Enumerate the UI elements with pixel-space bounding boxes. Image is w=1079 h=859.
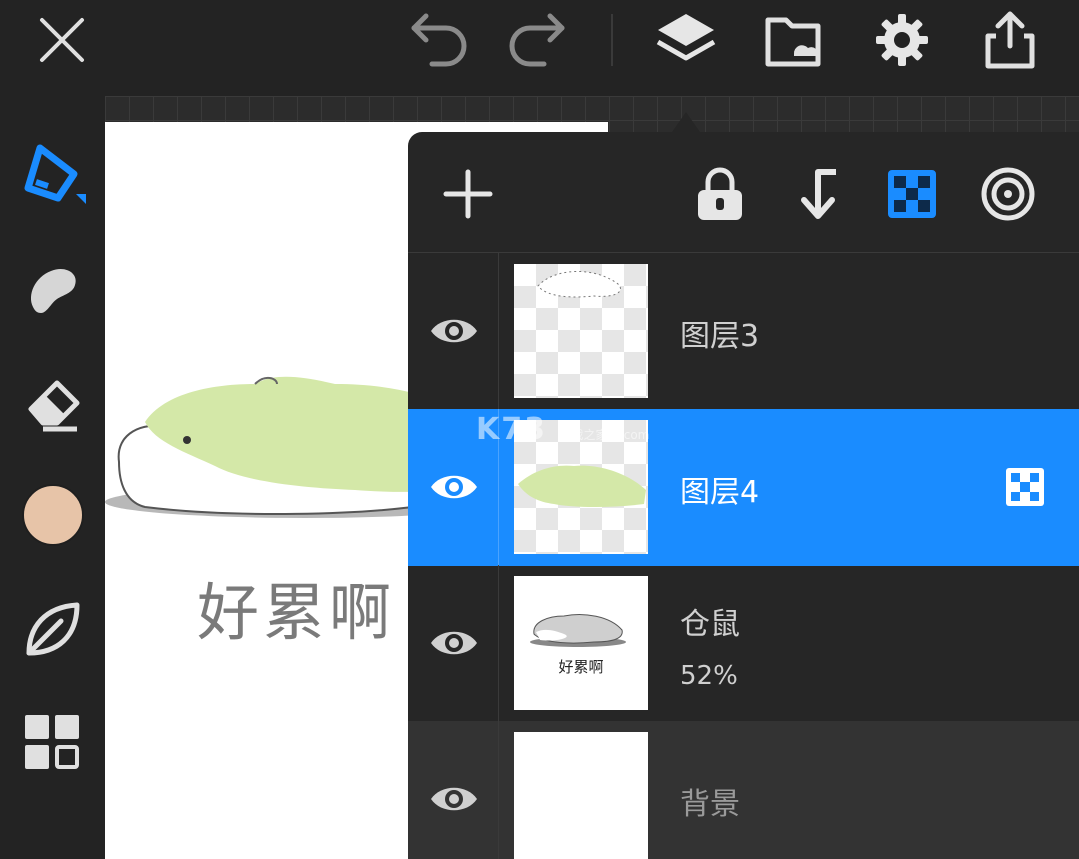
layers-icon[interactable] (650, 8, 722, 72)
watermark: K73 游戏之家 .com (476, 412, 649, 447)
grid-icon[interactable] (12, 702, 94, 784)
redo-icon[interactable] (500, 8, 572, 72)
gear-icon[interactable] (866, 8, 938, 72)
eraser-icon[interactable] (12, 360, 94, 442)
alpha-lock-icon[interactable] (882, 164, 942, 224)
layer-name: 仓鼠 (680, 607, 740, 642)
smudge-icon[interactable] (12, 246, 94, 328)
alpha-lock-badge-icon (1005, 467, 1045, 507)
folder-cloud-icon[interactable] (758, 8, 830, 72)
visibility-eye-icon[interactable] (426, 771, 482, 827)
layer-name: 背景 (680, 787, 740, 822)
layer-row[interactable]: 图层3 (408, 253, 1079, 410)
visibility-eye-icon[interactable] (426, 303, 482, 359)
layer-thumbnail (514, 732, 648, 859)
undo-icon[interactable] (404, 8, 476, 72)
layer-thumbnail: 好累啊 (514, 576, 648, 710)
thumb-caption: 好累啊 (558, 658, 603, 676)
share-icon[interactable] (974, 8, 1046, 72)
left-toolbar (0, 96, 105, 859)
layer-row[interactable]: 好累啊 仓鼠 52% (408, 565, 1079, 722)
panel-pointer (672, 112, 700, 132)
row-divider (498, 565, 499, 721)
close-icon[interactable] (26, 8, 98, 72)
add-layer-icon[interactable] (438, 164, 498, 224)
layers-panel: 图层3 图层4 好累啊 仓鼠 52% 背景 (408, 132, 1079, 859)
layer-name: 图层4 (680, 475, 760, 510)
watermark-main: K73 (476, 412, 547, 447)
layer-name: 图层3 (680, 319, 760, 354)
blend-mode-icon[interactable] (978, 164, 1038, 224)
layer-opacity: 52% (680, 661, 738, 691)
color-swatch[interactable] (12, 474, 94, 556)
visibility-eye-icon[interactable] (426, 459, 482, 515)
visibility-eye-icon[interactable] (426, 615, 482, 671)
watermark-sub-domain: .com (619, 428, 650, 442)
row-divider (498, 721, 499, 859)
canvas-caption: 好累啊 (197, 576, 396, 649)
row-divider (498, 253, 499, 409)
toolbar-divider (611, 14, 613, 66)
layer-thumbnail (514, 264, 648, 398)
pen-icon[interactable] (12, 132, 94, 214)
layers-panel-header (408, 132, 1079, 253)
merge-down-icon[interactable] (786, 164, 846, 224)
watermark-sub: 游戏之家 (559, 428, 608, 442)
lock-icon[interactable] (690, 164, 750, 224)
layer-row-background[interactable]: 背景 (408, 721, 1079, 859)
leaf-icon[interactable] (12, 588, 94, 670)
top-toolbar (0, 0, 1079, 96)
